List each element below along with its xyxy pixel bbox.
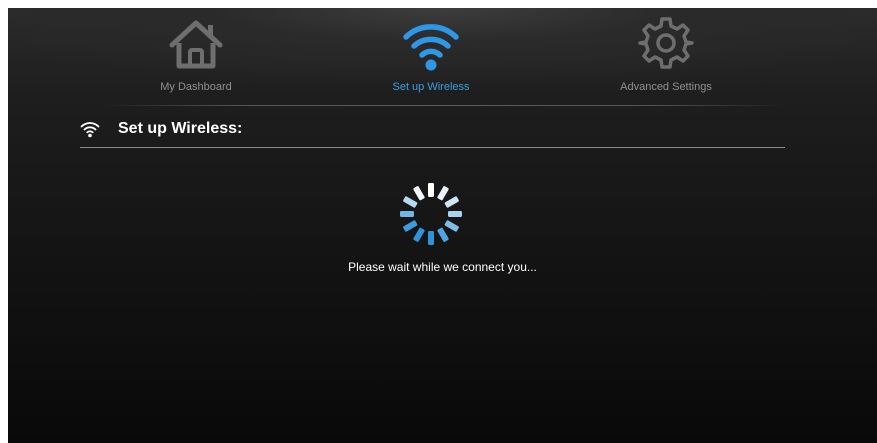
spinner-segment <box>444 220 459 232</box>
tab-label: Set up Wireless <box>392 81 470 93</box>
wifi-icon <box>80 122 100 138</box>
tab-my-dashboard[interactable]: My Dashboard <box>96 8 296 102</box>
wifi-icon <box>403 24 459 71</box>
spinner-segment <box>437 227 449 242</box>
spinner-segment <box>413 186 425 201</box>
spinner-segment <box>437 186 449 201</box>
router-setup-window: My Dashboard Set up Wireless Advanced Se… <box>8 8 877 443</box>
status-message: Please wait while we connect you... <box>348 260 537 274</box>
tab-label: My Dashboard <box>160 81 232 93</box>
page-title: Set up Wireless: <box>118 120 243 137</box>
spinner-segment <box>428 231 434 245</box>
spinner-segment <box>400 211 414 217</box>
spinner-segment <box>428 183 434 197</box>
spinner-segment <box>444 196 459 208</box>
top-navigation: My Dashboard Set up Wireless Advanced Se… <box>8 8 877 106</box>
loading-spinner-icon <box>400 183 462 245</box>
tab-set-up-wireless[interactable]: Set up Wireless <box>331 8 531 102</box>
tab-label: Advanced Settings <box>620 81 712 93</box>
spinner-segment <box>448 211 462 217</box>
tab-advanced-settings[interactable]: Advanced Settings <box>566 8 766 102</box>
section-divider <box>80 147 785 148</box>
spinner-segment <box>403 220 418 232</box>
gear-icon <box>638 17 694 69</box>
section-header: Set up Wireless: <box>80 116 785 148</box>
nav-divider <box>100 105 785 106</box>
spinner-segment <box>403 196 418 208</box>
home-icon <box>169 20 223 69</box>
spinner-segment <box>413 227 425 242</box>
